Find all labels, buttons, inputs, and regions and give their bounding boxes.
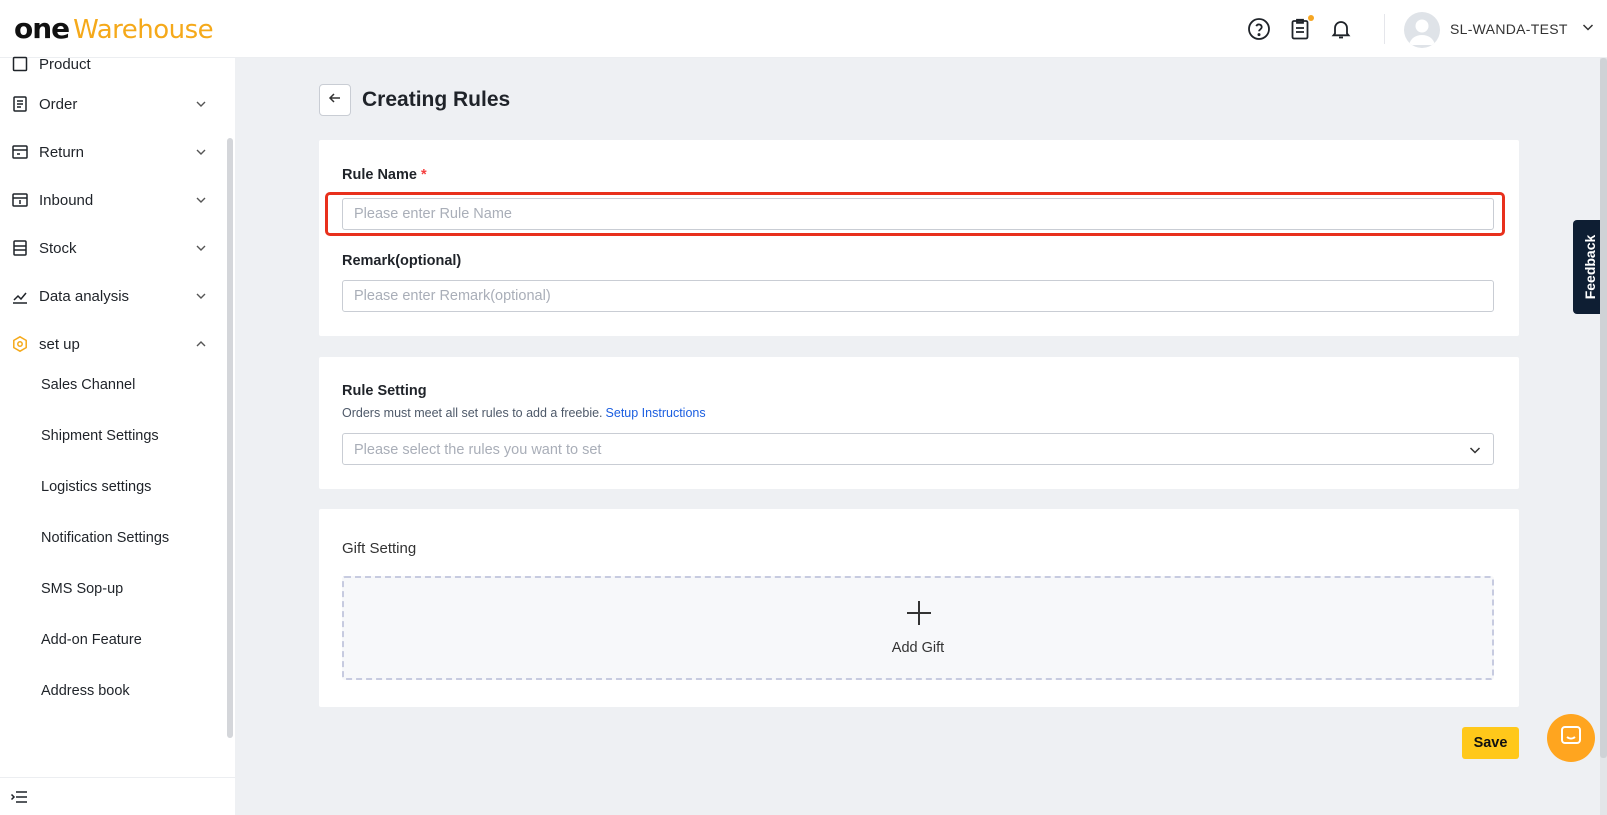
chat-icon [1558,723,1584,754]
sidebar-item-label: Stock [39,239,77,257]
chevron-down-icon [194,289,208,303]
chevron-down-icon [194,241,208,255]
back-button[interactable] [319,84,351,116]
sidebar-item-stock[interactable]: Stock [0,228,220,268]
sidebar-subitem-sms-sop-up[interactable]: SMS Sop-up [41,581,123,597]
top-header: one Warehouse SL-WANDA-TEST [0,0,1607,58]
sidebar: Product Order Return Inbound Stock Data [0,56,235,815]
rule-name-input[interactable] [342,198,1494,230]
sidebar-item-label: Product [39,55,91,73]
user-name[interactable]: SL-WANDA-TEST [1450,21,1568,37]
rule-setting-card: Rule Setting Orders must meet all set ru… [319,357,1519,489]
brand-logo-one: one [14,12,70,45]
chevron-down-icon [194,145,208,159]
rule-select-placeholder: Please select the rules you want to set [354,442,602,458]
sidebar-item-inbound[interactable]: Inbound [0,180,220,220]
sidebar-item-label: Data analysis [39,287,130,305]
page-scrollbar[interactable] [1600,58,1607,815]
brand-logo-warehouse: Warehouse [73,15,214,45]
rule-name-label-text: Rule Name [342,167,417,183]
chart-icon [11,287,29,305]
required-mark: * [420,167,427,183]
sidebar-item-label: Return [39,143,85,161]
feedback-label: Feedback [1582,234,1598,300]
chevron-down-icon [194,193,208,207]
collapse-menu-icon[interactable] [10,789,28,810]
arrow-left-icon [327,90,343,111]
rule-setting-description: Orders must meet all set rules to add a … [342,406,706,420]
chevron-down-icon[interactable] [1580,19,1596,35]
brand-logo[interactable]: one Warehouse [14,12,214,46]
rule-name-label: Rule Name * [342,167,427,183]
add-gift-label: Add Gift [891,640,945,656]
sidebar-item-set-up[interactable]: set up [0,324,220,364]
setup-instructions-link[interactable]: Setup Instructions [606,406,706,420]
page-scrollbar-thumb[interactable] [1600,58,1607,758]
bell-icon[interactable] [1327,15,1355,43]
sidebar-subitem-logistics-settings[interactable]: Logistics settings [41,479,151,495]
notification-dot [1308,15,1314,21]
page-title: Creating Rules [362,88,511,111]
sidebar-item-order[interactable]: Order [0,84,220,124]
add-gift-area[interactable]: Add Gift [342,576,1494,680]
remark-input[interactable] [342,280,1494,312]
sidebar-subitem-notification-settings[interactable]: Notification Settings [41,530,169,546]
sidebar-item-return[interactable]: Return [0,132,220,172]
sidebar-subitem-add-on-feature[interactable]: Add-on Feature [41,632,142,648]
setup-icon [11,335,29,353]
plus-icon [904,598,934,628]
stock-icon [11,239,29,257]
avatar[interactable] [1404,12,1440,48]
sidebar-item-label: set up [39,335,80,353]
gift-setting-label: Gift Setting [342,540,417,557]
chat-button[interactable] [1547,714,1595,762]
sidebar-item-product[interactable]: Product [0,44,220,84]
chevron-down-icon [194,97,208,111]
chevron-up-icon [194,337,208,351]
header-divider [1384,14,1385,44]
inbound-icon [11,191,29,209]
gift-setting-card: Gift Setting Add Gift [319,509,1519,707]
rule-select[interactable]: Please select the rules you want to set [342,433,1494,465]
save-button[interactable]: Save [1462,727,1519,759]
product-icon [11,55,29,73]
chevron-down-icon [1467,442,1483,458]
order-icon [11,95,29,113]
sidebar-item-label: Inbound [39,191,94,209]
remark-label: Remark(optional) [342,253,462,269]
sidebar-subitem-sales-channel[interactable]: Sales Channel [41,377,135,393]
sidebar-subitem-shipment-settings[interactable]: Shipment Settings [41,428,159,444]
sidebar-subitem-address-book[interactable]: Address book [41,683,130,699]
sidebar-footer [0,777,235,815]
sidebar-item-label: Order [39,95,78,113]
sidebar-item-data-analysis[interactable]: Data analysis [0,276,220,316]
sidebar-scrollbar[interactable] [227,138,233,738]
rule-setting-label: Rule Setting [342,383,427,399]
rule-setting-description-text: Orders must meet all set rules to add a … [342,406,603,420]
clipboard-icon[interactable] [1286,15,1314,43]
basic-info-card: Rule Name* Remark(optional) [319,140,1519,336]
help-circle-icon[interactable] [1245,15,1273,43]
return-icon [11,143,29,161]
